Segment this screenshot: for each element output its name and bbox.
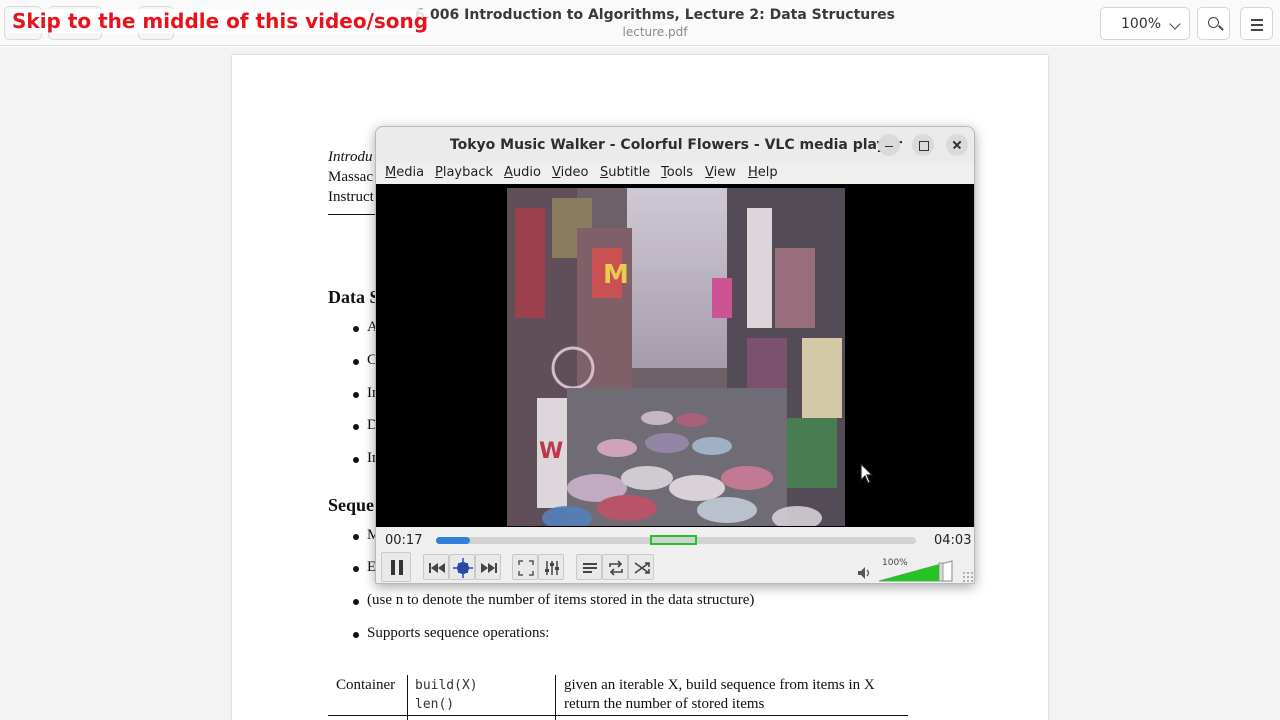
next-button[interactable] [475, 554, 501, 580]
heading-data-structures: Data S [328, 287, 380, 307]
volume-slider[interactable] [879, 560, 953, 582]
minimize-button[interactable] [878, 134, 900, 156]
chevron-down-icon [1169, 18, 1181, 30]
playback-controls: 100% [376, 552, 974, 583]
equalizer-icon [545, 561, 559, 575]
pause-button[interactable] [381, 552, 411, 582]
table-divider [407, 675, 408, 720]
intro-line-1: Introdu [328, 149, 373, 165]
vlc-window: Tokyo Music Walker - Colorful Flowers - … [375, 126, 975, 584]
table-desc-2: return the number of stored items [564, 696, 765, 712]
fullscreen-button[interactable] [512, 554, 538, 580]
bullet [353, 359, 359, 365]
fullscreen-icon [518, 560, 534, 576]
menu-playback[interactable]: Playback [435, 165, 493, 180]
seek-progress [436, 537, 470, 544]
table-row-label: Container [336, 677, 396, 693]
vlc-titlebar[interactable]: Tokyo Music Walker - Colorful Flowers - … [376, 127, 974, 163]
playlist-icon [583, 563, 597, 573]
bullet [353, 424, 359, 430]
pause-icon [391, 560, 403, 575]
video-frame: M W [507, 188, 845, 526]
search-button[interactable] [1197, 7, 1230, 40]
video-area[interactable]: M W [376, 184, 974, 527]
skip-previous-icon [429, 563, 445, 573]
heading-sequence: Seque [328, 495, 375, 515]
skip-next-icon [481, 563, 497, 573]
mouse-cursor-icon [860, 463, 874, 484]
intro-line-2: Massac [328, 169, 373, 185]
menu-audio[interactable]: Audio [504, 165, 541, 180]
shuffle-button[interactable] [628, 554, 654, 580]
close-button[interactable] [946, 134, 968, 156]
previous-button[interactable] [423, 554, 449, 580]
zoom-select[interactable]: 100% [1100, 7, 1190, 40]
menu-tools[interactable]: Tools [661, 165, 693, 180]
playlist-button[interactable] [576, 554, 602, 580]
table-divider [555, 675, 556, 720]
stop-button[interactable] [449, 554, 475, 580]
resize-grip[interactable] [962, 571, 974, 583]
zoom-value: 100% [1121, 16, 1162, 32]
table-rule [328, 715, 908, 716]
menu-view[interactable]: View [705, 165, 736, 180]
bullet [353, 632, 359, 638]
ab-loop-marker [650, 535, 697, 545]
table-op-2: len() [415, 697, 455, 712]
table-op-1: build(X) [415, 678, 478, 693]
volume-icon[interactable] [857, 566, 873, 580]
menu-help[interactable]: Help [748, 165, 778, 180]
stop-icon [453, 558, 473, 578]
bullet [353, 534, 359, 540]
bullet [353, 326, 359, 332]
bullet [353, 457, 359, 463]
loop-button[interactable] [602, 554, 628, 580]
menu-subtitle[interactable]: Subtitle [600, 165, 650, 180]
extended-settings-button[interactable] [538, 554, 564, 580]
intro-line-3: Instruct [328, 189, 374, 205]
table-desc-1: given an iterable X, build sequence from… [564, 677, 875, 693]
menu-button[interactable] [1240, 7, 1273, 40]
bullet [353, 392, 359, 398]
maximize-button[interactable] [912, 134, 934, 156]
menu-media[interactable]: Media [385, 165, 424, 180]
menu-video[interactable]: Video [552, 165, 588, 180]
vlc-menubar: Media Playback Audio Video Subtitle Tool… [376, 163, 974, 184]
total-duration: 04:03 [934, 533, 972, 548]
task-instruction: Skip to the middle of this video/song [10, 9, 431, 33]
bullet [353, 599, 359, 605]
bullet [353, 566, 359, 572]
seq-bullet-3: (use n to denote the number of items sto… [367, 592, 755, 608]
seq-bullet-4: Supports sequence operations: [367, 625, 550, 641]
seek-row: 00:17 04:03 [376, 527, 974, 552]
shuffle-icon [634, 562, 650, 574]
repeat-icon [609, 560, 623, 576]
header-rule [328, 214, 376, 215]
elapsed-time: 00:17 [385, 533, 423, 548]
